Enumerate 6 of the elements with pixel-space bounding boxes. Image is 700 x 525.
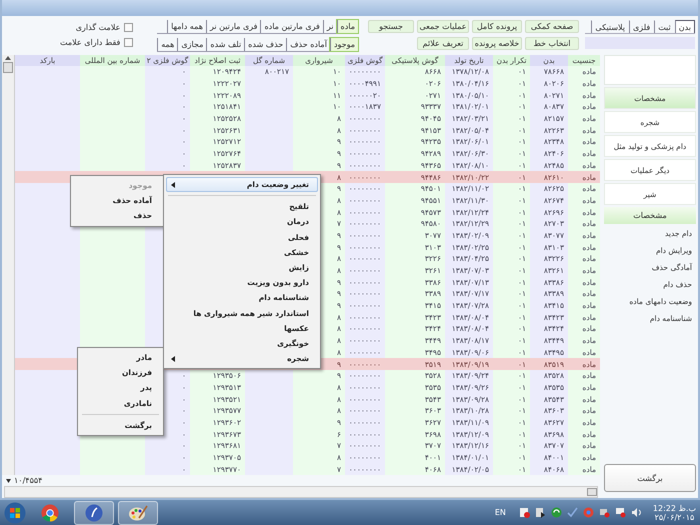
checkbox-label: فقط دارای علامت [60,38,120,47]
checkbox-label: علامت گذاری [76,23,120,32]
section-header: مشخصات [604,207,696,224]
clock-time: ب.ظ 12:22 [652,504,696,512]
record-count: ۱۰/۴۵۵۴ [14,476,42,486]
clock-date: ۲۵/۰۶/۲۰۱۵ [654,512,694,522]
